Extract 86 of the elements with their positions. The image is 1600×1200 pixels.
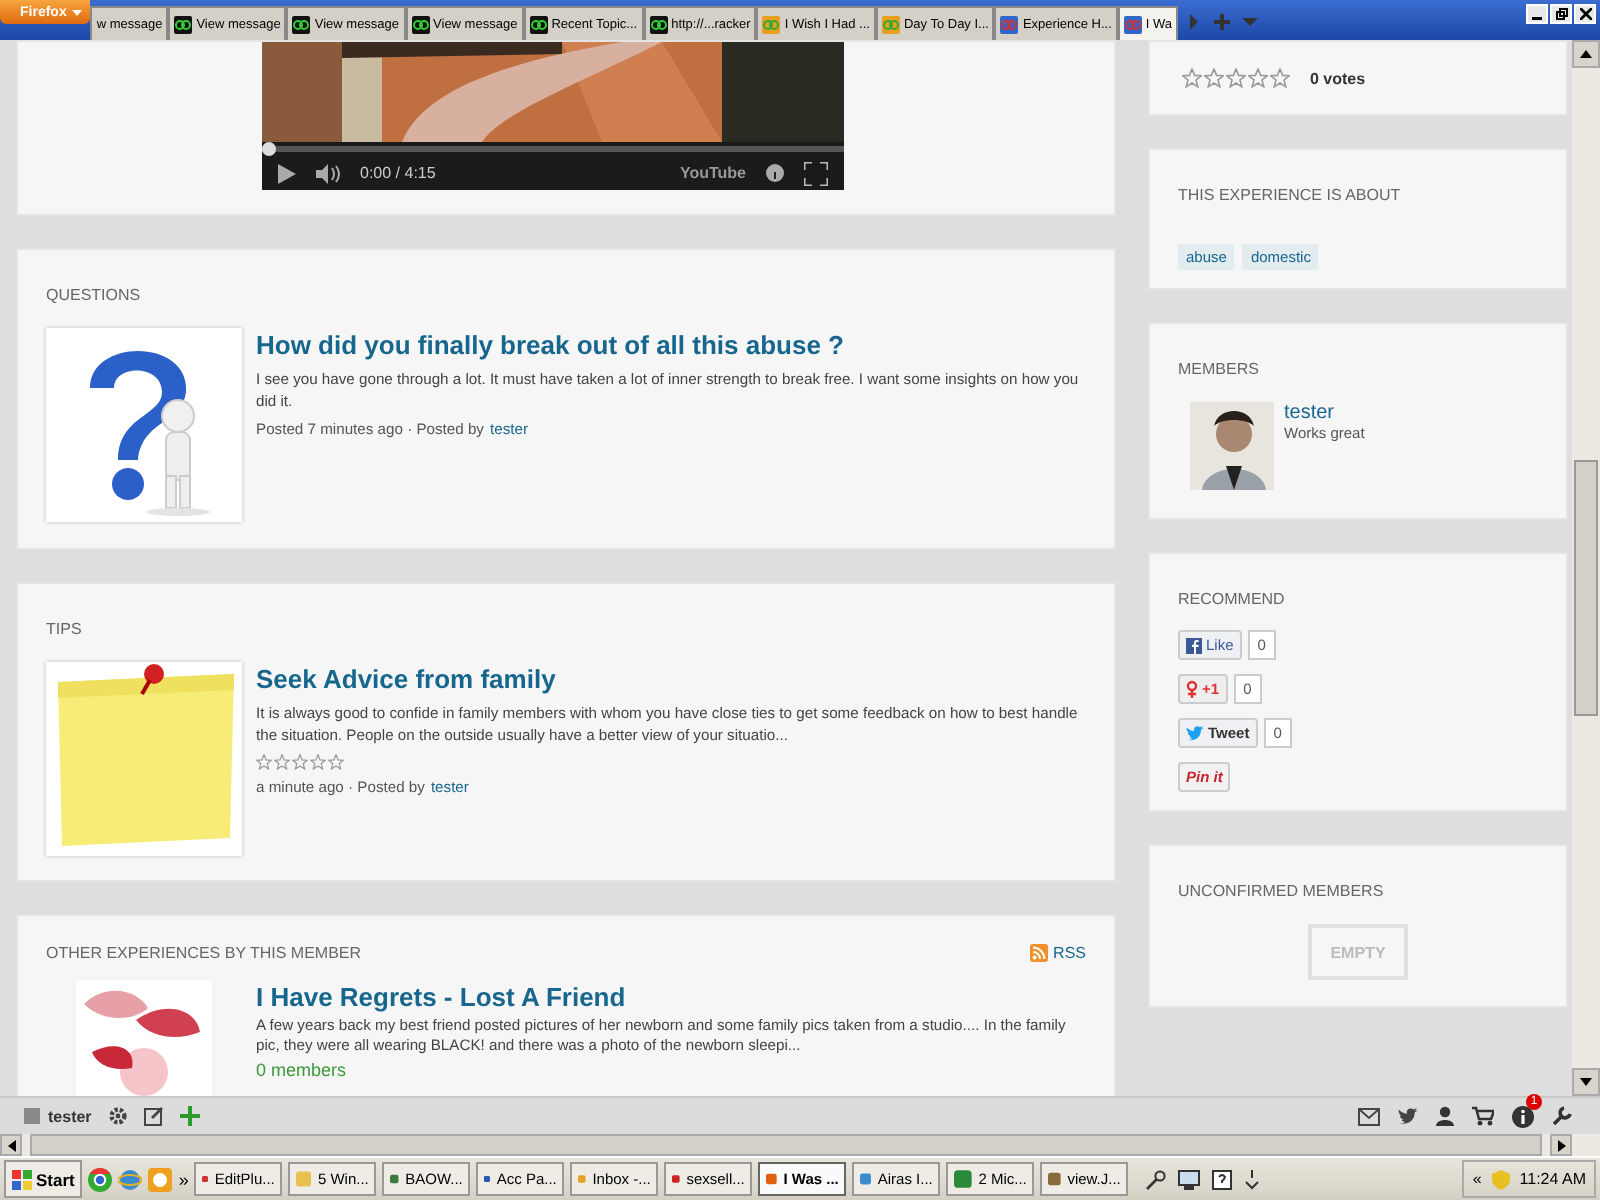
play-icon[interactable] [278,163,296,183]
scroll-down-button[interactable] [1572,1068,1600,1096]
empty-field: EMPTY [1308,924,1408,980]
monitor-icon[interactable] [1178,1169,1201,1189]
close-icon [1579,8,1591,20]
favicon-icon [529,15,548,33]
section-heading: UNCONFIRMED MEMBERS [1178,882,1386,900]
more-quicklaunch-button[interactable]: » [178,1169,189,1189]
members-count: 0 members [256,1060,349,1080]
left-arrow-icon [7,1139,15,1151]
app-icon [954,1170,973,1188]
section-heading: QUESTIONS [46,286,143,304]
help-icon[interactable] [1212,1169,1233,1189]
facebook-icon [1186,637,1202,653]
favicon-icon [1000,15,1019,33]
mail-icon[interactable] [1358,1107,1380,1125]
section-heading: MEMBERS [1178,360,1261,378]
favicon-icon [762,15,781,33]
star-rating[interactable] [1182,68,1290,88]
star-icon [1248,68,1268,88]
progress-track[interactable] [262,142,844,156]
app-icon [1048,1170,1062,1188]
section-heading: THIS EXPERIENCE IS ABOUT [1178,186,1403,204]
post-title-link[interactable]: I Have Regrets - Lost A Friend [256,982,1086,1012]
info-icon[interactable] [1512,1105,1534,1127]
caret-icon [72,9,83,15]
person-icon[interactable] [1436,1106,1454,1126]
volume-icon[interactable] [316,163,340,183]
start-button[interactable]: Start [4,1160,83,1198]
youtube-logo[interactable]: YouTube [679,164,746,182]
video-time: 0:00 / 4:15 [360,164,436,182]
member-name-link[interactable]: tester [1284,402,1365,424]
rss-link[interactable]: RSS [1029,944,1086,962]
edit-icon[interactable] [143,1106,164,1126]
scroll-right-button[interactable] [1550,1134,1572,1156]
cart-icon[interactable] [1472,1106,1494,1126]
network-icon[interactable] [1244,1169,1261,1189]
favicon-icon [649,15,668,33]
favicon-icon [1123,15,1142,33]
windows-logo-icon [12,1169,32,1189]
bird-icon[interactable] [1398,1107,1418,1125]
browser-icon[interactable] [118,1167,143,1191]
app-icon [860,1170,872,1188]
restore-icon [1555,8,1567,20]
favicon-icon [411,15,430,33]
down-arrow-icon [1580,1078,1592,1086]
app-icon [672,1170,681,1188]
app-icon [390,1170,400,1188]
section-heading: OTHER EXPERIENCES BY THIS MEMBER [46,944,362,962]
add-icon[interactable] [179,1106,200,1126]
fullscreen-icon[interactable] [804,161,828,185]
chrome-icon[interactable] [88,1167,113,1191]
favicon-icon [174,15,193,33]
info-icon[interactable] [766,164,784,182]
post-title-link[interactable]: How did you finally break out of all this abuse ? [256,330,1086,360]
scrubber-handle[interactable] [262,142,276,156]
favicon-icon [881,15,900,33]
post-title-link[interactable]: Seek Advice from family [256,664,1086,694]
star-icon [1226,68,1246,88]
star-icon [1270,68,1290,88]
wrench-icon[interactable] [1552,1106,1572,1126]
user-status-icon [24,1108,40,1124]
settings-icon[interactable] [107,1106,128,1126]
section-heading: RECOMMEND [1178,590,1287,608]
minimize-button[interactable] [1526,4,1548,24]
right-arrow-icon [1557,1139,1565,1151]
scroll-left-button[interactable] [0,1134,22,1156]
clock: 11:24 AM [1519,1170,1586,1188]
toolbar-username[interactable]: tester [48,1107,92,1125]
app-icon [296,1170,312,1188]
app-icon [578,1170,587,1188]
rss-icon [1029,944,1048,962]
up-arrow-icon [1580,50,1592,58]
scrollbar-thumb[interactable] [30,1134,1542,1156]
bird-icon [1186,725,1204,741]
close-button[interactable] [1574,4,1596,24]
show-tray-button[interactable]: « [1472,1170,1482,1188]
star-icon [1182,68,1202,88]
vote-count: 0 votes [1310,69,1366,87]
section-heading: TIPS [46,620,84,638]
star-icon [1204,68,1224,88]
scroll-up-button[interactable] [1572,40,1600,68]
restore-button[interactable] [1550,4,1572,24]
scrollbar-thumb[interactable] [1574,460,1598,716]
favicon-icon [292,15,311,33]
app-icon [766,1170,778,1188]
